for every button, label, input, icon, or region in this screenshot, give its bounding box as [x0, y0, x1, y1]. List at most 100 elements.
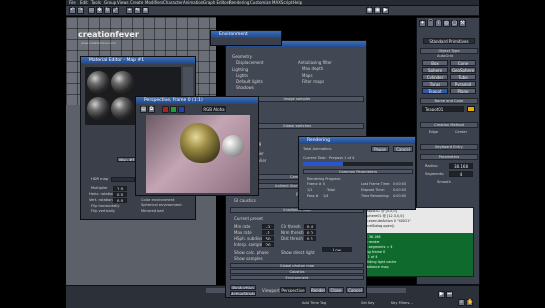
smooth-checkbox[interactable]: Smooth: [437, 180, 451, 185]
interp-samples-field[interactable]: 20: [262, 242, 274, 247]
menu-help[interactable]: Help: [293, 0, 302, 5]
undo-icon[interactable]: ↶: [69, 7, 76, 14]
pause-button[interactable]: Pause: [371, 146, 389, 152]
spherical-environment-radio[interactable]: Spherical environment: [141, 203, 182, 208]
menu-edit[interactable]: Edit: [80, 0, 88, 5]
displacement-checkbox[interactable]: Displacement: [236, 60, 264, 65]
rollout-global-photon-map[interactable]: Global photon map: [230, 263, 364, 268]
radius-field[interactable]: 38.168: [449, 163, 473, 169]
rollout-environment[interactable]: Environment: [230, 275, 364, 280]
object-name-field[interactable]: Teapot01: [422, 106, 464, 112]
autogrid-checkbox[interactable]: AutoGrid: [437, 54, 453, 59]
snap-icon[interactable]: ⌖: [126, 7, 133, 14]
show-direct-light-checkbox[interactable]: Show direct light: [281, 250, 315, 255]
menu-maxscript[interactable]: MAXScript: [272, 0, 293, 5]
pan-icon[interactable]: ✋: [466, 299, 473, 306]
segments-field[interactable]: 4: [449, 171, 473, 177]
menu-views[interactable]: Views: [117, 0, 129, 5]
sphere-button[interactable]: Sphere: [422, 67, 448, 73]
menu-rendering[interactable]: Rendering: [229, 0, 249, 5]
menu-group[interactable]: Group: [104, 0, 116, 5]
default-lights-checkbox[interactable]: Default lights: [236, 79, 263, 84]
zoom-icon[interactable]: ⌕: [458, 299, 465, 306]
flip-vertically-checkbox[interactable]: Flip vertically: [91, 209, 115, 214]
scale-icon[interactable]: ⤢: [112, 7, 119, 14]
clone-icon[interactable]: ⧉: [148, 106, 155, 113]
cancel-button[interactable]: Cancel: [346, 287, 364, 293]
create-tab-icon[interactable]: ✦: [419, 20, 426, 27]
menu-modifiers[interactable]: Modifiers: [145, 0, 163, 5]
production-radio[interactable]: Production: [230, 285, 256, 290]
material-sphere[interactable]: [111, 71, 134, 94]
nrm-thresh-field[interactable]: 0.2: [304, 230, 316, 235]
channel-dropdown[interactable]: RGB Alpha: [202, 106, 226, 112]
align-icon[interactable]: ≡: [142, 7, 149, 14]
set-key-button[interactable]: Set Key: [361, 301, 375, 306]
rollout-caustics[interactable]: Caustics: [230, 269, 364, 274]
maps-checkbox[interactable]: Maps: [302, 73, 313, 78]
object-color-swatch[interactable]: [467, 106, 475, 112]
menu-create[interactable]: Create: [130, 0, 143, 5]
plane-button[interactable]: Plane: [450, 88, 476, 94]
cone-button[interactable]: Cone: [450, 60, 476, 66]
blue-channel-icon[interactable]: [178, 106, 185, 113]
viewport-dropdown[interactable]: Perspective: [280, 287, 306, 293]
cylinder-button[interactable]: Cylinder: [422, 74, 448, 80]
modify-tab-icon[interactable]: ⌒: [427, 20, 434, 27]
material-sphere[interactable]: [87, 97, 110, 120]
red-channel-icon[interactable]: [162, 106, 169, 113]
min-rate-field[interactable]: -3: [262, 224, 274, 229]
geosphere-button[interactable]: GeoSphere: [450, 67, 476, 73]
activeshade-radio[interactable]: ActiveShade: [230, 291, 256, 296]
next-frame-icon[interactable]: ⏭: [446, 291, 453, 298]
redo-icon[interactable]: ↷: [77, 7, 84, 14]
close-button[interactable]: Close: [328, 287, 344, 293]
menu-customize[interactable]: Customize: [250, 0, 271, 5]
rollout-name-color[interactable]: Name and Color: [420, 98, 478, 104]
creation-edge-radio[interactable]: Edge: [429, 130, 438, 135]
horiz-rotation-field[interactable]: 0.0: [113, 192, 127, 197]
material-sphere[interactable]: [87, 71, 110, 94]
quick-render-icon[interactable]: ▶: [382, 7, 389, 14]
teapot-button[interactable]: Teapot: [422, 88, 448, 94]
lights-checkbox[interactable]: Lights: [236, 73, 248, 78]
show-samples-checkbox[interactable]: Show samples: [234, 256, 263, 261]
progress-cancel-button[interactable]: Cancel: [393, 146, 413, 152]
filter-maps-checkbox[interactable]: Filter maps: [302, 79, 324, 84]
rotate-icon[interactable]: ↻: [104, 7, 111, 14]
material-sphere[interactable]: [111, 97, 134, 120]
primitive-type-dropdown[interactable]: Standard Primitives: [423, 38, 475, 44]
select-icon[interactable]: ▭: [88, 7, 95, 14]
add-time-tag-button[interactable]: Add Time Tag: [302, 301, 326, 306]
render-button[interactable]: Render: [310, 287, 326, 293]
vert-rotation-field[interactable]: 0.0: [113, 198, 127, 203]
menu-graph-editors[interactable]: Graph Editors: [203, 0, 230, 5]
rollout-common-parameters[interactable]: Common Parameters: [303, 169, 413, 174]
irradiance-preset-dropdown[interactable]: Low: [322, 247, 352, 252]
shadows-checkbox[interactable]: Shadows: [236, 85, 254, 90]
hsph-subdivs-field[interactable]: 50: [262, 236, 274, 241]
render-scene-icon[interactable]: ▣: [374, 7, 381, 14]
utilities-tab-icon[interactable]: ⚒: [459, 20, 466, 27]
creation-center-radio[interactable]: Center: [455, 130, 467, 135]
torus-button[interactable]: Torus: [422, 81, 448, 87]
hdr-map-button[interactable]: [111, 177, 135, 182]
green-channel-icon[interactable]: [170, 106, 177, 113]
dist-thresh-field[interactable]: 0.1: [304, 236, 316, 241]
play-icon[interactable]: ▶: [438, 291, 445, 298]
menu-tools[interactable]: Tools: [91, 0, 101, 5]
pyramid-button[interactable]: Pyramid: [450, 81, 476, 87]
tube-button[interactable]: Tube: [450, 74, 476, 80]
map-name-field[interactable]: Map #1: [117, 157, 137, 162]
menu-file[interactable]: File: [69, 0, 76, 5]
rollout-creation-method[interactable]: Creation Method: [420, 122, 478, 128]
menu-character[interactable]: Character: [163, 0, 183, 5]
multiplier-field[interactable]: 1.0: [113, 186, 127, 191]
material-editor-icon[interactable]: ◉: [366, 7, 373, 14]
key-filters-button[interactable]: Key Filters...: [391, 301, 413, 306]
box-button[interactable]: Box: [422, 60, 448, 66]
show-calc-phase-checkbox[interactable]: Show calc. phase: [234, 250, 269, 255]
max-depth-checkbox[interactable]: Max depth: [302, 66, 323, 71]
rollout-keyboard-entry[interactable]: Keyboard Entry: [420, 144, 478, 150]
mirror-icon[interactable]: ⇋: [134, 7, 141, 14]
